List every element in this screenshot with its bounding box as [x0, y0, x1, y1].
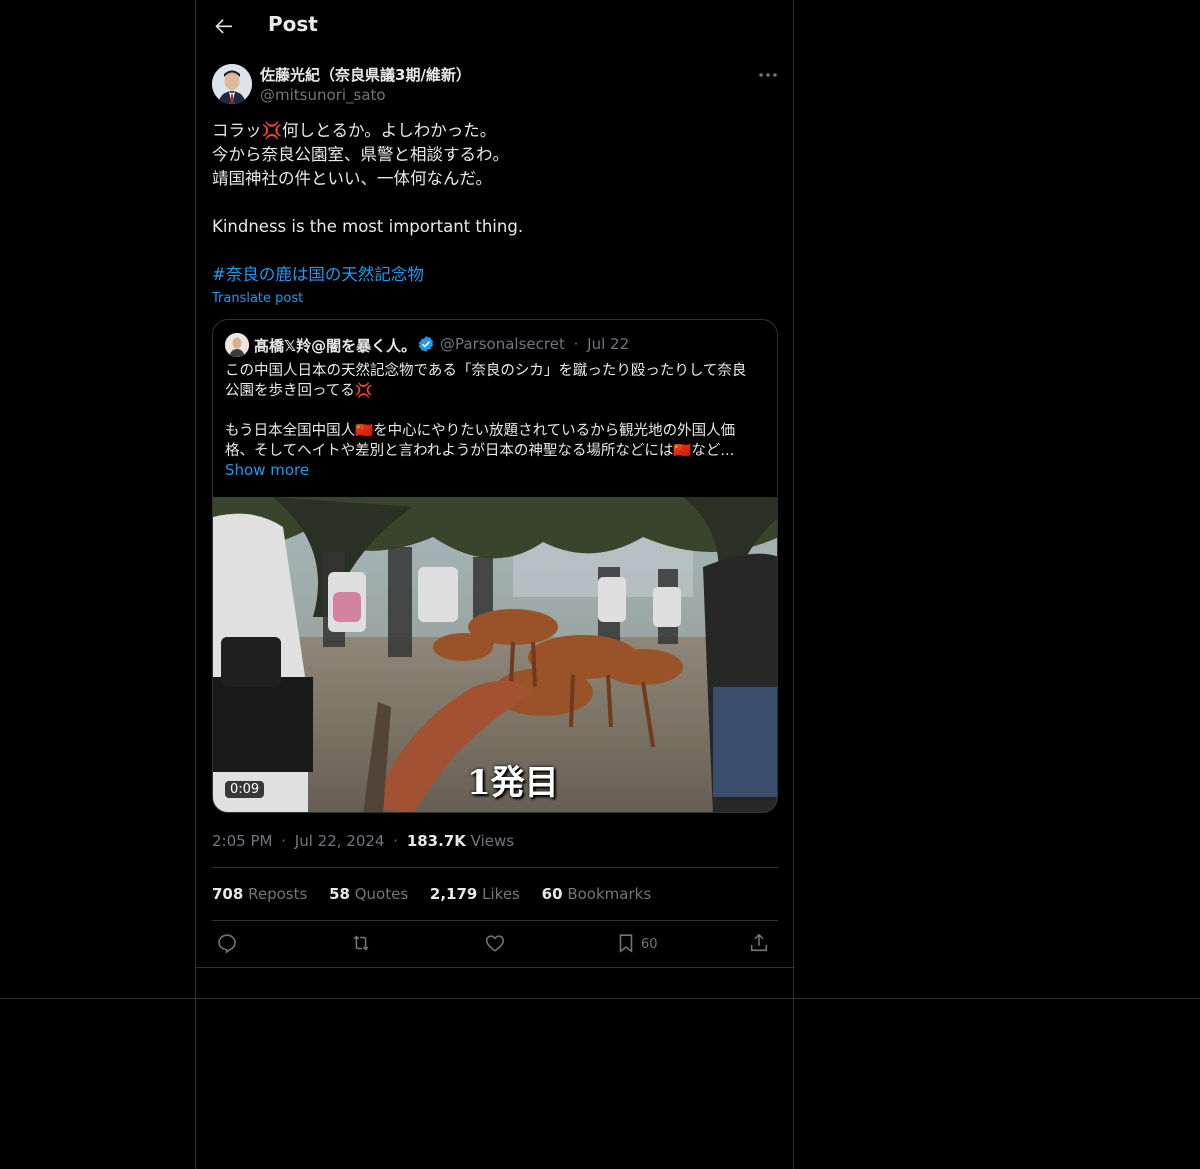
page-header: Post [196, 0, 793, 54]
quote-meta: @Parsonalsecret · Jul 22 [440, 335, 629, 353]
page-title: Post [268, 12, 318, 36]
reply-icon [218, 934, 236, 954]
repost-icon [353, 935, 369, 951]
separator-dot: · [281, 832, 287, 850]
quotes-count: 58 [329, 885, 350, 903]
quote-line: この中国人日本の天然記念物である「奈良のシカ」を蹴ったり殴ったりして奈良 [225, 363, 747, 379]
quotes-label: Quotes [354, 885, 409, 903]
quote-author-handle[interactable]: @Parsonalsecret [440, 335, 565, 353]
reposts-stat[interactable]: 708 Reposts [212, 885, 307, 903]
avatar-image [225, 333, 249, 357]
tweet-english-line: Kindness is the most important thing. [212, 217, 524, 236]
author-name[interactable]: 佐藤光紀（奈良県議3期/維新） [260, 64, 471, 85]
like-button[interactable] [484, 932, 506, 956]
reposts-count: 708 [212, 885, 244, 903]
share-button[interactable] [748, 932, 770, 956]
likes-count: 2,179 [429, 885, 478, 903]
more-options-button[interactable] [756, 63, 780, 87]
hashtag-link[interactable]: #奈良の鹿は国の天然記念物 [212, 263, 777, 287]
video-player[interactable]: 1発目 0:09 [213, 497, 777, 812]
tweet-line: 靖国神社の件といい、一体何なんだ。 [212, 169, 493, 188]
author-handle[interactable]: @mitsunori_sato [260, 86, 386, 104]
divider [0, 998, 1200, 999]
bookmark-button[interactable]: 60 [615, 932, 658, 956]
tweet-line: 今から奈良公園室、県警と相談するわ。 [212, 145, 509, 164]
post-date[interactable]: Jul 22, 2024 [295, 832, 385, 850]
show-more-link[interactable]: Show more [225, 461, 309, 479]
reply-button[interactable] [216, 932, 238, 956]
repost-button[interactable] [350, 932, 372, 956]
quoted-post[interactable]: 髙橋𝕏羚@闇を暴く人。 @Parsonalsecret · Jul 22 この中… [212, 319, 778, 813]
likes-label: Likes [482, 885, 520, 903]
back-button[interactable] [212, 14, 236, 38]
primary-column: Post 佐藤光紀（奈良県議3期/維新） @mitsunori_sato コラッ… [195, 0, 794, 1169]
bookmarks-label: Bookmarks [567, 885, 652, 903]
bookmarks-stat[interactable]: 60 Bookmarks [542, 885, 651, 903]
views-label: Views [470, 832, 515, 850]
bookmark-icon [619, 934, 633, 953]
divider [212, 867, 778, 868]
quote-line: 格、そしてヘイトや差別と言われようが日本の神聖なる場所などには🇨🇳など... [225, 443, 735, 459]
quotes-stat[interactable]: 58 Quotes [329, 885, 408, 903]
quote-author-name[interactable]: 髙橋𝕏羚@闇を暴く人。 [254, 335, 416, 356]
likes-stat[interactable]: 2,179 Likes [430, 885, 520, 903]
arrow-left-icon [215, 19, 232, 34]
post-stats: 708 Reposts 58 Quotes 2,179 Likes 60 Boo… [212, 885, 668, 903]
share-icon [750, 933, 768, 952]
quote-author-avatar[interactable] [225, 333, 249, 357]
avatar-image [212, 64, 252, 104]
post-time[interactable]: 2:05 PM [212, 832, 272, 850]
reposts-label: Reposts [248, 885, 308, 903]
separator-dot: · [393, 832, 399, 850]
bookmarks-count: 60 [541, 885, 563, 903]
verified-badge-icon [417, 335, 435, 353]
separator-dot: · [573, 335, 579, 353]
quote-line: もう日本全国中国人🇨🇳を中心にやりたい放題されているから観光地の外国人価 [225, 423, 736, 439]
quote-date[interactable]: Jul 22 [587, 335, 629, 353]
video-duration: 0:09 [225, 781, 265, 798]
heart-icon [485, 935, 505, 952]
bookmark-count: 60 [641, 937, 658, 952]
views-count: 183.7K [406, 832, 466, 850]
more-dots-icon [759, 73, 777, 77]
post-timestamp: 2:05 PM · Jul 22, 2024 · 183.7K Views [212, 832, 514, 850]
divider [196, 967, 793, 968]
translate-post-link[interactable]: Translate post [212, 291, 303, 306]
divider [212, 920, 778, 921]
author-avatar[interactable] [212, 64, 252, 104]
quote-text: この中国人日本の天然記念物である「奈良のシカ」を蹴ったり殴ったりして奈良 公園を… [225, 361, 770, 461]
quote-line: 公園を歩き回ってる💢 [225, 383, 373, 399]
action-bar: 60 [212, 932, 778, 956]
tweet-text: コラッ💢何しとるか。よしわかった。 今から奈良公園室、県警と相談するわ。 靖国神… [212, 119, 777, 287]
tweet-line: コラッ💢何しとるか。よしわかった。 [212, 121, 497, 140]
video-caption: 1発目 [467, 763, 559, 803]
